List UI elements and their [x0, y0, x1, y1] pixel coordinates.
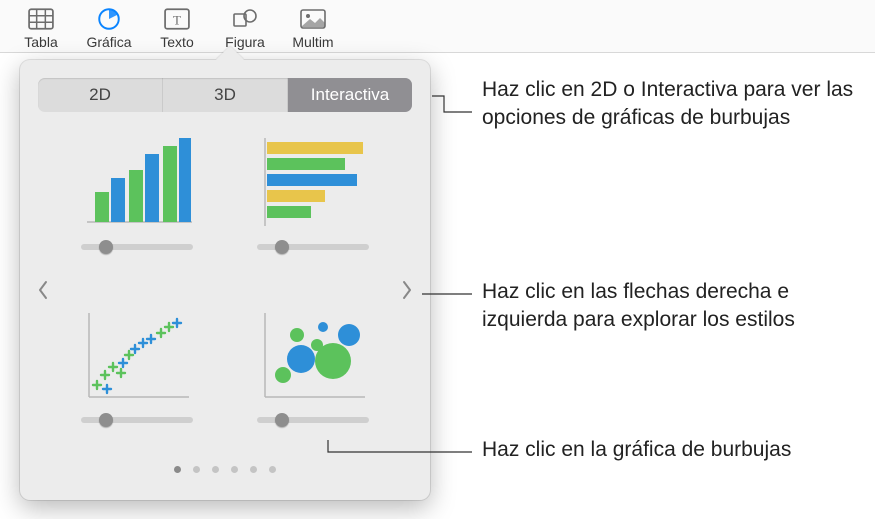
toolbar-label: Gráfica — [86, 34, 131, 50]
shapes-icon — [230, 6, 260, 32]
chevron-left-icon[interactable] — [30, 270, 56, 310]
chart-popover: 2D 3D Interactiva — [20, 60, 430, 500]
table-icon — [26, 6, 56, 32]
piechart-icon — [94, 6, 124, 32]
page-dot — [174, 466, 181, 473]
page-dot — [269, 466, 276, 473]
callout-middle: Haz clic en las flechas derecha e izquie… — [482, 278, 875, 335]
page-dot — [193, 466, 200, 473]
toolbar-label: Texto — [160, 34, 193, 50]
page-dot — [231, 466, 238, 473]
segment-3d[interactable]: 3D — [163, 78, 288, 112]
page-indicator[interactable] — [38, 466, 412, 473]
slider-icon — [257, 413, 369, 427]
page-dot — [250, 466, 257, 473]
toolbar-label: Tabla — [24, 34, 57, 50]
chart-style-column[interactable] — [66, 132, 208, 287]
page-dot — [212, 466, 219, 473]
toolbar: Tabla Gráfica T Texto Figura Multim — [0, 0, 875, 53]
column-chart-icon — [77, 132, 197, 232]
chart-style-scatter[interactable] — [66, 305, 208, 460]
slider-icon — [257, 240, 369, 254]
segment-2d[interactable]: 2D — [38, 78, 163, 112]
toolbar-item-grafica[interactable]: Gráfica — [86, 6, 132, 50]
toolbar-item-figura[interactable]: Figura — [222, 6, 268, 50]
chart-style-area — [38, 120, 412, 460]
chart-type-segmented: 2D 3D Interactiva — [38, 78, 412, 112]
callout-top: Haz clic en 2D o Interactiva para ver la… — [482, 76, 875, 133]
toolbar-item-multim[interactable]: Multim — [290, 6, 336, 50]
toolbar-item-texto[interactable]: T Texto — [154, 6, 200, 50]
slider-icon — [81, 413, 193, 427]
media-icon — [298, 6, 328, 32]
toolbar-item-tabla[interactable]: Tabla — [18, 6, 64, 50]
toolbar-label: Multim — [292, 34, 333, 50]
chart-style-bar[interactable] — [242, 132, 384, 287]
bar-chart-icon — [253, 132, 373, 232]
svg-text:T: T — [173, 12, 181, 27]
textbox-icon: T — [162, 6, 192, 32]
chevron-right-icon[interactable] — [394, 270, 420, 310]
scatter-chart-icon — [77, 305, 197, 405]
callout-bottom: Haz clic en la gráfica de burbujas — [482, 436, 791, 464]
bubble-chart-icon — [253, 305, 373, 405]
chart-style-bubble[interactable] — [242, 305, 384, 460]
segment-interactiva[interactable]: Interactiva — [288, 78, 412, 112]
slider-icon — [81, 240, 193, 254]
